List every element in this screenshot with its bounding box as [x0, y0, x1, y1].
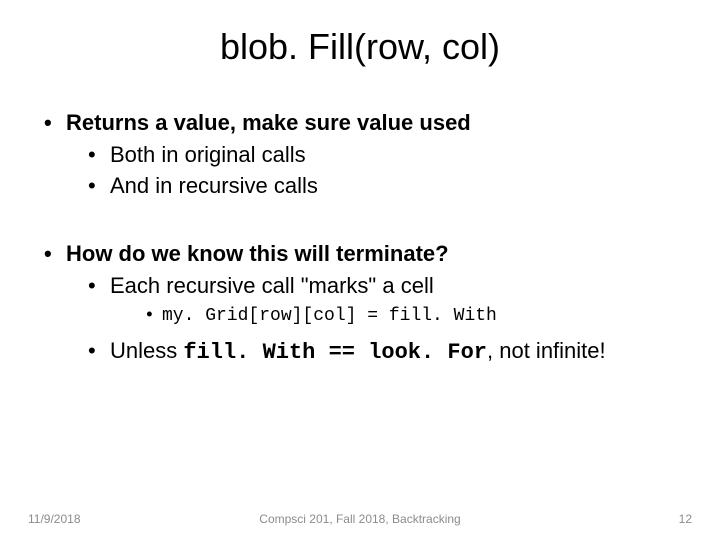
footer-date: 11/9/2018 [28, 512, 81, 526]
bullet-2-1-text: Each recursive call "marks" a cell [110, 273, 434, 298]
bullet-2: How do we know this will terminate? Each… [40, 239, 690, 367]
bullet-list: Returns a value, make sure value used Bo… [40, 108, 690, 201]
bullet-1-2: And in recursive calls [84, 171, 690, 201]
bullet-2-2-pre: Unless [110, 338, 183, 363]
bullet-2-2: Unless fill. With == look. For, not infi… [84, 336, 690, 368]
bullet-list-2: How do we know this will terminate? Each… [40, 239, 690, 367]
bullet-2-2-post: , not infinite! [487, 338, 606, 363]
bullet-2-1: Each recursive call "marks" a cell my. G… [84, 271, 690, 330]
bullet-2-2-code: fill. With == look. For [183, 340, 487, 365]
slide-content: Returns a value, make sure value used Bo… [30, 108, 690, 367]
bullet-2-1-1: my. Grid[row][col] = fill. With [140, 304, 690, 329]
footer: 11/9/2018 Compsci 201, Fall 2018, Backtr… [0, 512, 720, 526]
spacer [40, 205, 690, 239]
bullet-1-1: Both in original calls [84, 140, 690, 170]
bullet-1: Returns a value, make sure value used Bo… [40, 108, 690, 201]
bullet-2-sublist: Each recursive call "marks" a cell my. G… [66, 271, 690, 368]
bullet-1-sublist: Both in original calls And in recursive … [66, 140, 690, 201]
bullet-2-text: How do we know this will terminate? [66, 241, 449, 266]
footer-page: 12 [679, 512, 692, 526]
bullet-1-text: Returns a value, make sure value used [66, 110, 471, 135]
slide-title: blob. Fill(row, col) [30, 26, 690, 68]
bullet-2-1-sublist: my. Grid[row][col] = fill. With [110, 304, 690, 329]
footer-center: Compsci 201, Fall 2018, Backtracking [259, 512, 460, 526]
slide: blob. Fill(row, col) Returns a value, ma… [0, 0, 720, 540]
